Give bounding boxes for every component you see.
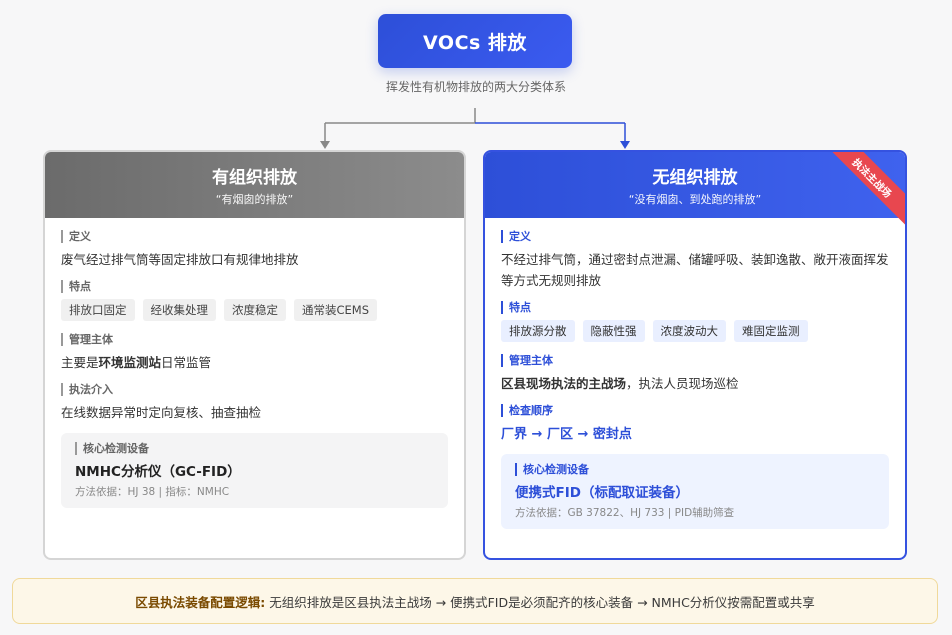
diagram-subtitle: 挥发性有机物排放的两大分类体系 — [385, 80, 566, 94]
device-basis: 方法依据：GB 37822、HJ 733 | PID辅助筛查 — [515, 507, 735, 519]
diagram-title: VOCs 排放 — [378, 14, 572, 68]
card-subtitle: “没有烟囱、到处跑的排放” — [628, 193, 762, 206]
card-title: 有组织排放 — [212, 168, 297, 188]
management-bold: 环境监测站 — [98, 355, 162, 370]
features-label: 特点 — [61, 280, 448, 293]
definition-text: 不经过排气筒，通过密封点泄漏、储罐呼吸、装卸逸散、敞开液面挥发等方式无规则排放 — [501, 252, 889, 288]
management-text: 区县现场执法的主战场，执法人员现场巡检 — [501, 373, 889, 394]
feature-tag: 浓度稳定 — [224, 299, 286, 321]
card-header: 有组织排放 “有烟囱的排放” — [45, 152, 464, 218]
management-label: 管理主体 — [61, 333, 448, 346]
arrow-right-head — [620, 141, 630, 149]
management-post: ，执法人员现场巡检 — [626, 376, 739, 391]
feature-tag: 通常装CEMS — [294, 299, 378, 321]
inspection-order-text: 厂界 → 厂区 → 密封点 — [501, 427, 632, 442]
feature-tag: 排放源分散 — [501, 320, 575, 342]
device-name: 便携式FID（标配取证装备） — [515, 485, 689, 501]
management-label: 管理主体 — [501, 354, 889, 367]
management-pre: 主要是 — [61, 355, 99, 370]
banner-text: 无组织排放是区县执法主战场 → 便携式FID是必须配齐的核心装备 → NMHC分… — [269, 594, 815, 610]
organized-emission-card: 有组织排放 “有烟囱的排放” 定义 废气经过排气筒等固定排放口有规律地排放 特点… — [43, 150, 466, 560]
fugitive-emission-card: 无组织排放 “没有烟囱、到处跑的排放” 执法主战场 定义 不经过排气筒，通过密封… — [483, 150, 907, 560]
enforcement-label: 执法介入 — [61, 383, 448, 396]
feature-tag: 隐蔽性强 — [582, 320, 645, 342]
card-subtitle: “有烟囱的排放” — [215, 193, 294, 206]
definition-label: 定义 — [61, 230, 448, 243]
device-label: 核心检测设备 — [515, 463, 875, 476]
device-name: NMHC分析仪（GC-FID） — [75, 464, 241, 480]
device-label: 核心检测设备 — [75, 442, 434, 455]
enforcement-text: 在线数据异常时定向复核、抽查抽检 — [61, 405, 262, 420]
feature-tag: 排放口固定 — [61, 299, 135, 321]
management-text: 主要是环境监测站日常监管 — [61, 352, 448, 373]
management-post: 日常监管 — [161, 355, 212, 370]
inspection-order-label: 检查顺序 — [501, 404, 889, 417]
management-bold: 区县现场执法的主战场 — [501, 376, 627, 391]
arrow-left-head — [320, 141, 330, 149]
definition-text: 废气经过排气筒等固定排放口有规律地排放 — [61, 252, 299, 267]
card-title: 无组织排放 — [652, 168, 738, 188]
core-device-box: 核心检测设备 便携式FID（标配取证装备） 方法依据：GB 37822、HJ 7… — [501, 454, 889, 529]
feature-tag: 浓度波动大 — [652, 320, 726, 342]
features-label: 特点 — [501, 301, 889, 314]
device-basis: 方法依据：HJ 38 | 指标：NMHC — [75, 486, 230, 498]
banner-label: 区县执法装备配置逻辑: — [135, 594, 266, 610]
config-logic-banner: 区县执法装备配置逻辑: 无组织排放是区县执法主战场 → 便携式FID是必须配齐的… — [12, 578, 938, 624]
feature-tags: 排放口固定 经收集处理 浓度稳定 通常装CEMS — [61, 299, 448, 321]
feature-tag: 经收集处理 — [142, 299, 216, 321]
feature-tag: 难固定监测 — [734, 320, 808, 342]
core-device-box: 核心检测设备 NMHC分析仪（GC-FID） 方法依据：HJ 38 | 指标：N… — [61, 433, 448, 508]
feature-tags: 排放源分散 隐蔽性强 浓度波动大 难固定监测 — [501, 320, 889, 342]
definition-label: 定义 — [501, 230, 889, 243]
